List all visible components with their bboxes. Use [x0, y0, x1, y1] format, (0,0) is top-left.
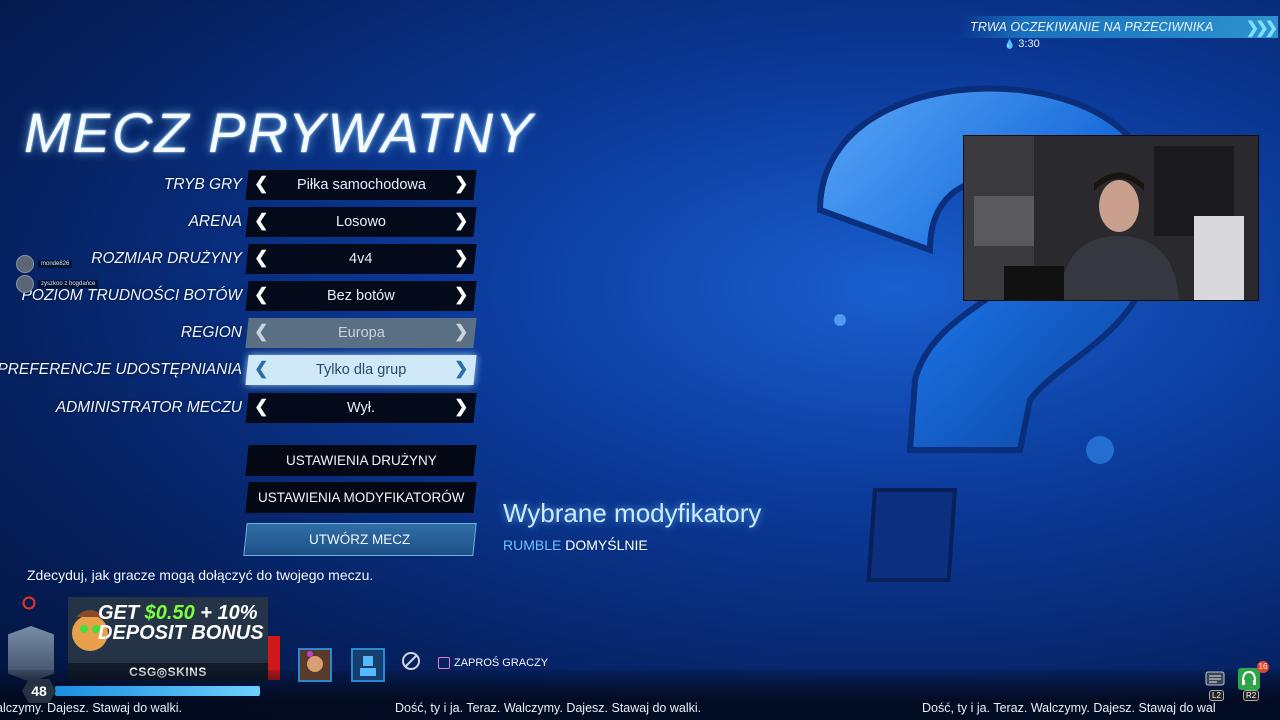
- notification-badge: 16: [1257, 661, 1269, 673]
- xp-progress-bar: [55, 686, 260, 696]
- chat-icon[interactable]: [1204, 669, 1226, 691]
- invite-players-button[interactable]: ZAPROŚ GRACZY: [438, 657, 548, 669]
- setting-row: REGION ❮ Europa ❯: [0, 318, 480, 348]
- chevron-left-icon[interactable]: ❮: [254, 359, 268, 379]
- setting-label: TRYB GRY: [163, 176, 242, 193]
- chat-message: monde826: [16, 255, 73, 273]
- flame-icon: 💧: [1004, 39, 1016, 49]
- setting-row: ADMINISTRATOR MECZU ❮ Wył. ❯: [0, 393, 480, 423]
- webcam-overlay: [963, 135, 1259, 301]
- setting-value: Bez botów: [327, 288, 395, 304]
- setting-label: ROZMIAR DRUŻYNY: [91, 250, 242, 267]
- modifier-key: RUMBLE: [503, 537, 562, 553]
- chevron-left-icon[interactable]: ❮: [254, 397, 268, 417]
- setting-selector[interactable]: ❮ Wył. ❯: [245, 393, 477, 423]
- chat-message: zyszkoo z bogdańce: [16, 275, 99, 293]
- create-match-label: UTWÓRZ MECZ: [309, 532, 411, 547]
- modifier-settings-button[interactable]: USTAWIENIA MODYFIKATORÓW: [245, 482, 477, 513]
- setting-selector[interactable]: ❮ Tylko dla grup ❯: [245, 355, 477, 385]
- blocked-icon[interactable]: [400, 650, 422, 672]
- chevron-left-icon[interactable]: ❮: [254, 285, 268, 305]
- chevron-right-icon[interactable]: ❯: [454, 397, 468, 417]
- setting-label: ADMINISTRATOR MECZU: [55, 399, 242, 416]
- chevron-left-icon[interactable]: ❮: [254, 322, 268, 342]
- timer-value: 3:30: [1018, 38, 1040, 50]
- ad-line1-suffix: + 10%: [194, 602, 258, 624]
- chevron-left-icon[interactable]: ❮: [254, 248, 268, 268]
- setting-value: Europa: [337, 325, 385, 341]
- modifier-settings-label: USTAWIENIA MODYFIKATORÓW: [257, 490, 465, 505]
- setting-label: ARENA: [188, 213, 242, 230]
- chevron-right-icon[interactable]: ❯: [454, 359, 468, 379]
- ad-headline: GET $0.50 + 10% DEPOSIT BONUS: [98, 603, 264, 643]
- modifiers-title: Wybrane modyfikatory: [503, 498, 762, 528]
- player-avatar-icon: [300, 650, 330, 680]
- chevron-right-icon[interactable]: ❯: [454, 248, 468, 268]
- matchmaking-status-bar: TRWA OCZEKIWANIE NA PRZECIWNIKA ❯❯❯: [960, 16, 1278, 38]
- setting-row: ARENA ❮ Losowo ❯: [0, 207, 480, 237]
- party-slot-empty[interactable]: [351, 648, 385, 682]
- setting-row: TRYB GRY ❮ Piłka samochodowa ❯: [0, 170, 480, 200]
- ticker-text: alczymy. Dajesz. Stawaj do walki.: [0, 701, 182, 715]
- chevrons-right-icon: ❯❯❯: [1245, 20, 1278, 37]
- webcam-feed-image: [964, 136, 1258, 300]
- setting-label: PREFERENCJE UDOSTĘPNIANIA: [0, 361, 242, 378]
- chevron-left-icon[interactable]: ❮: [254, 211, 268, 231]
- party-slot-avatar[interactable]: [298, 648, 332, 682]
- team-settings-label: USTAWIENIA DRUŻYNY: [285, 453, 437, 468]
- invite-players-label: ZAPROŚ GRACZY: [454, 657, 549, 669]
- setting-label: REGION: [180, 324, 242, 341]
- chat-message-text: monde826: [38, 260, 73, 268]
- avatar: [16, 275, 34, 293]
- create-match-button[interactable]: UTWÓRZ MECZ: [243, 523, 477, 556]
- setting-value: Tylko dla grup: [315, 362, 407, 378]
- chevron-right-icon[interactable]: ❯: [454, 211, 468, 231]
- ad-line2: DEPOSIT BONUS: [98, 622, 264, 644]
- chat-message-text: zyszkoo z bogdańce: [38, 280, 99, 288]
- ad-line1-prefix: GET: [98, 602, 145, 624]
- l2-button-hint: L2: [1209, 690, 1224, 701]
- sponsor-ad-banner[interactable]: GET $0.50 + 10% DEPOSIT BONUS CSG◎SKINS: [68, 597, 268, 681]
- ad-amount: $0.50: [144, 602, 195, 624]
- modifiers-summary: RUMBLE DOMYŚLNIE: [503, 537, 648, 553]
- team-settings-button[interactable]: USTAWIENIA DRUŻYNY: [245, 445, 477, 476]
- chevron-right-icon[interactable]: ❯: [454, 285, 468, 305]
- setting-value: Piłka samochodowa: [296, 177, 426, 193]
- r2-button-hint: R2: [1243, 690, 1260, 701]
- circle-button-icon: [22, 596, 36, 610]
- setting-selector[interactable]: ❮ 4v4 ❯: [245, 244, 477, 274]
- matchmaking-timer: 💧 3:30: [1004, 38, 1040, 50]
- player-level-badge: 48: [22, 679, 56, 703]
- setting-selector[interactable]: ❮ Bez botów ❯: [245, 281, 477, 311]
- avatar: [16, 255, 34, 273]
- setting-value: Wył.: [346, 400, 376, 416]
- chevron-right-icon[interactable]: ❯: [454, 322, 468, 342]
- ticker-text: Dość, ty i ja. Teraz. Walczymy. Dajesz. …: [395, 701, 702, 715]
- headset-icon[interactable]: [1238, 668, 1260, 690]
- matchmaking-status-text: TRWA OCZEKIWANIE NA PRZECIWNIKA: [970, 20, 1214, 34]
- page-title: MECZ PRYWATNY: [24, 101, 535, 164]
- chevron-right-icon[interactable]: ❯: [454, 174, 468, 194]
- chevron-left-icon[interactable]: ❮: [254, 174, 268, 194]
- help-hint: Zdecyduj, jak gracze mogą dołączyć do tw…: [27, 567, 374, 583]
- setting-value: 4v4: [349, 251, 373, 267]
- ticker-text: Dość, ty i ja. Teraz. Walczymy. Dajesz. …: [922, 701, 1216, 715]
- setting-selector[interactable]: ❮ Losowo ❯: [245, 207, 477, 237]
- setting-selector[interactable]: ❮ Europa ❯: [245, 318, 477, 348]
- user-icon: [360, 656, 376, 676]
- setting-value: Losowo: [336, 214, 386, 230]
- square-button-icon: [438, 657, 450, 669]
- modifier-value: DOMYŚLNIE: [565, 537, 648, 553]
- setting-selector[interactable]: ❮ Piłka samochodowa ❯: [245, 170, 477, 200]
- setting-row: PREFERENCJE UDOSTĘPNIANIA ❮ Tylko dla grup…: [0, 355, 480, 385]
